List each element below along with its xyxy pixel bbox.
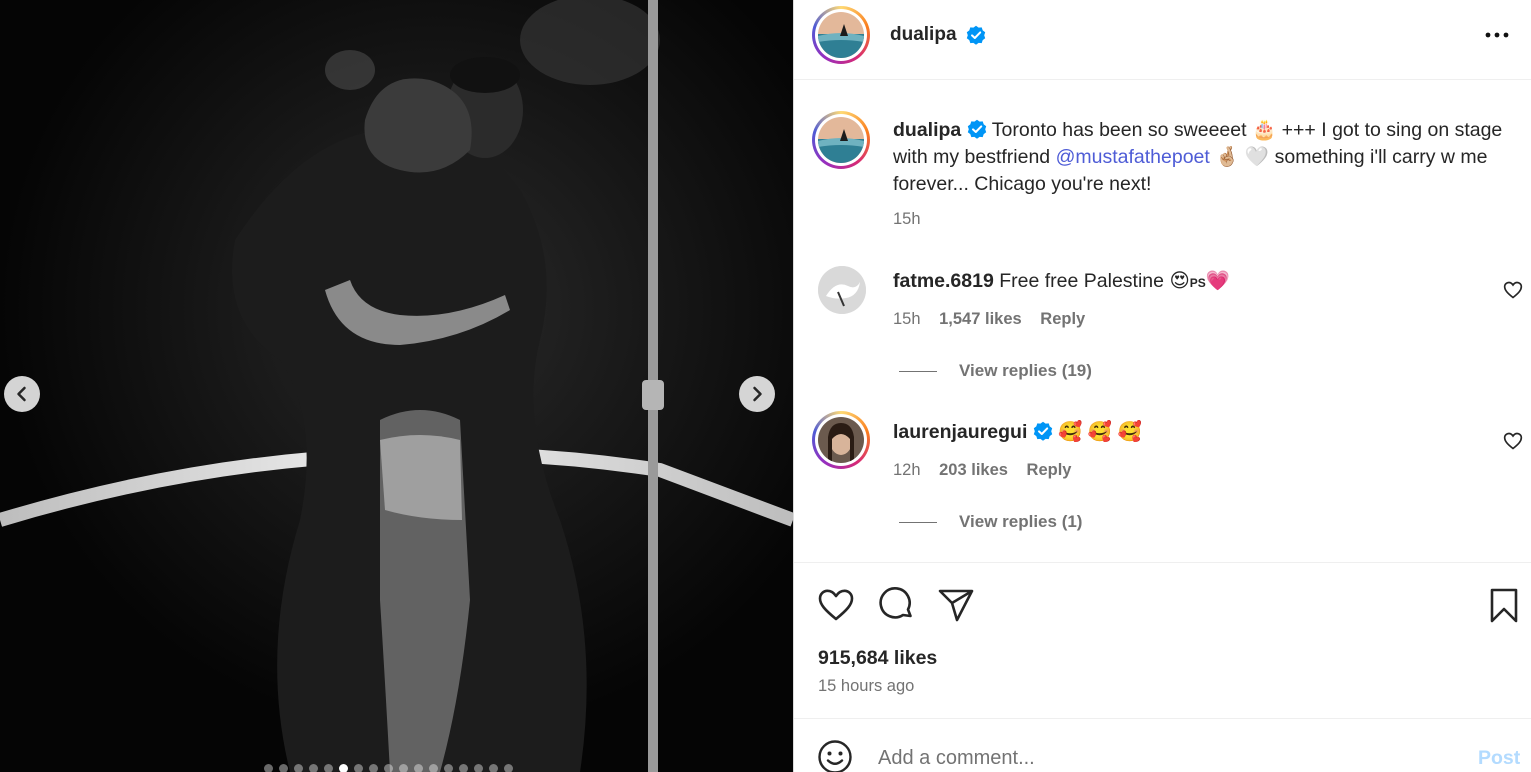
send-icon[interactable] xyxy=(936,585,976,625)
comment-input[interactable] xyxy=(878,743,1438,772)
carousel-dot xyxy=(324,764,333,772)
carousel-dot xyxy=(399,764,408,772)
comment-composer: Post xyxy=(794,718,1531,772)
comment-2-body: laurenjauregui 🥰 🥰 🥰 xyxy=(893,419,1142,446)
comment-2-emoji: 🥰 🥰 🥰 xyxy=(1058,421,1142,443)
caption-username[interactable]: dualipa xyxy=(893,119,961,141)
carousel-dot xyxy=(414,764,423,772)
comment-1-username[interactable]: fatme.6819 xyxy=(893,270,994,292)
more-horizontal-icon xyxy=(1485,32,1509,38)
chevron-left-icon xyxy=(17,386,26,402)
bookmark-icon[interactable] xyxy=(1484,585,1524,625)
carousel-dot xyxy=(489,764,498,772)
comment-2-username[interactable]: laurenjauregui xyxy=(893,421,1027,443)
caption-timestamp[interactable]: 15h xyxy=(893,210,921,229)
verified-badge-icon xyxy=(966,25,986,45)
post-comment-button[interactable]: Post xyxy=(1478,747,1520,770)
comment-1-time[interactable]: 15h xyxy=(893,310,921,328)
comment-1-emoji-end: 💗 xyxy=(1205,270,1231,292)
cake-emoji: 🎂 xyxy=(1251,119,1277,141)
comment-icon[interactable] xyxy=(876,585,916,625)
post-photo xyxy=(0,0,793,772)
comment-1-body: fatme.6819 Free free Palestine 😍PS💗 xyxy=(893,268,1230,297)
comment-2-view-replies[interactable]: View replies (1) xyxy=(899,512,1082,532)
comment-1-text: Free free Palestine xyxy=(999,270,1165,292)
commenter-avatar[interactable] xyxy=(818,266,866,314)
verified-badge-icon xyxy=(1033,421,1052,441)
carousel-dot xyxy=(384,764,393,772)
carousel-prev-button[interactable] xyxy=(4,376,40,412)
emoji-icon[interactable] xyxy=(817,739,853,772)
author-avatar[interactable] xyxy=(812,6,870,64)
comment-1-suffix: PS xyxy=(1189,276,1206,290)
caption-text: Toronto has been so sweeeet xyxy=(991,119,1247,141)
comment-2-likes[interactable]: 203 likes xyxy=(939,461,1008,479)
carousel-dot xyxy=(339,764,348,772)
carousel-next-button[interactable] xyxy=(739,376,775,412)
verified-badge-icon xyxy=(967,119,986,139)
comment-1-emoji: 😍 xyxy=(1169,270,1190,292)
comment-1-likes[interactable]: 1,547 likes xyxy=(939,310,1022,328)
caption-emoji: 🤞🏼 🤍 xyxy=(1215,146,1270,168)
mention-link[interactable]: @mustafathepoet xyxy=(1056,146,1210,168)
carousel-dot xyxy=(279,764,288,772)
comment-2-meta: 12h 203 likes Reply xyxy=(893,461,1071,480)
carousel-dot xyxy=(369,764,378,772)
carousel-dot xyxy=(504,764,513,772)
action-bar: 915,684 likes 15 hours ago xyxy=(794,562,1531,718)
comment-1-meta: 15h 1,547 likes Reply xyxy=(893,310,1085,329)
carousel-dot xyxy=(444,764,453,772)
carousel-dot xyxy=(309,764,318,772)
author-username[interactable]: dualipa xyxy=(890,24,957,46)
carousel-dot xyxy=(264,764,273,772)
view-replies-label: View replies (1) xyxy=(959,512,1083,531)
post-panel: dualipa dualipa Toronto has been so swee… xyxy=(793,0,1531,772)
comment-1-view-replies[interactable]: View replies (19) xyxy=(899,361,1092,381)
carousel-dot xyxy=(354,764,363,772)
carousel-dot xyxy=(429,764,438,772)
heart-icon[interactable] xyxy=(816,585,856,625)
carousel-dots xyxy=(264,764,513,772)
view-replies-label: View replies (19) xyxy=(959,361,1092,380)
caption-author-avatar[interactable] xyxy=(812,111,870,169)
chevron-right-icon xyxy=(753,386,762,402)
comment-1-reply-button[interactable]: Reply xyxy=(1040,310,1085,328)
comment-2-time[interactable]: 12h xyxy=(893,461,921,479)
post-header: dualipa xyxy=(794,0,1531,80)
post-caption: dualipa Toronto has been so sweeeet 🎂 ++… xyxy=(893,117,1513,198)
carousel-dot xyxy=(459,764,468,772)
more-options-button[interactable] xyxy=(1484,22,1518,48)
post-timestamp[interactable]: 15 hours ago xyxy=(818,677,914,696)
likes-count[interactable]: 915,684 likes xyxy=(818,647,937,670)
post-media xyxy=(0,0,793,772)
commenter-avatar[interactable] xyxy=(812,411,870,469)
carousel-dot xyxy=(474,764,483,772)
comment-2-reply-button[interactable]: Reply xyxy=(1027,461,1072,479)
comment-1-like-icon[interactable] xyxy=(1503,280,1523,300)
carousel-dot xyxy=(294,764,303,772)
comment-2-like-icon[interactable] xyxy=(1503,431,1523,451)
